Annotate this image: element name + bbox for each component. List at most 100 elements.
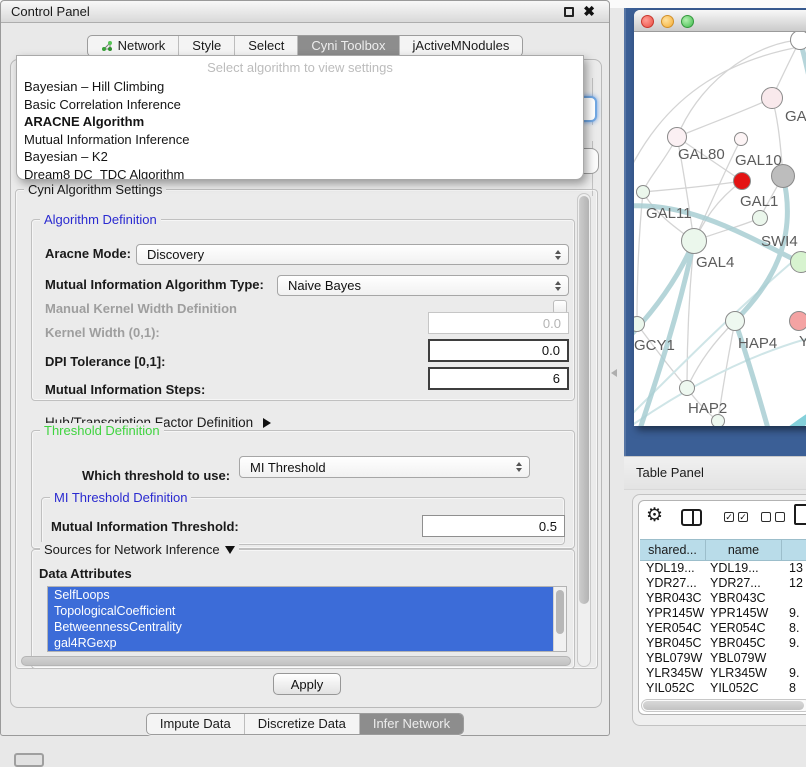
- column-header[interactable]: shared...: [640, 540, 706, 560]
- table-row[interactable]: YIL052CYIL052C8: [640, 681, 806, 696]
- data-attribute-item[interactable]: BetweennessCentrality: [48, 619, 566, 635]
- tab-label: Style: [192, 39, 221, 53]
- algorithm-option[interactable]: Dream8 DC_TDC Algorithm: [17, 166, 583, 181]
- attributes-vertical-scrollbar[interactable]: [553, 587, 566, 651]
- table-cell: YDL19...: [706, 561, 782, 576]
- algorithm-option[interactable]: Mutual Information Inference: [17, 131, 583, 149]
- collapsed-panel-icon[interactable]: [14, 753, 44, 767]
- algorithm-option[interactable]: Basic Correlation Inference: [17, 96, 583, 114]
- which-threshold-value: MI Threshold: [250, 460, 326, 475]
- document-icon[interactable]: [794, 504, 806, 525]
- network-node[interactable]: [679, 380, 695, 396]
- gear-icon[interactable]: ⚙: [646, 504, 663, 527]
- algorithm-option[interactable]: Bayesian – Hill Climbing: [17, 78, 583, 96]
- settings-vertical-scrollbar[interactable]: [577, 193, 591, 667]
- settings-horizontal-scrollbar[interactable]: [21, 656, 571, 666]
- zoom-traffic-light-icon[interactable]: [681, 15, 694, 28]
- table-horizontal-scrollbar[interactable]: [641, 699, 806, 712]
- scrollbar-thumb[interactable]: [556, 590, 564, 634]
- network-node[interactable]: [734, 132, 748, 146]
- table-cell: YBR043C: [706, 591, 782, 606]
- mi-algorithm-type-combo[interactable]: Naive Bayes: [277, 275, 569, 296]
- collapse-down-icon[interactable]: [225, 546, 235, 554]
- dpi-tolerance-field[interactable]: 0.0: [428, 339, 569, 362]
- network-node[interactable]: [761, 87, 783, 109]
- table-cell: YBL079W: [640, 651, 706, 666]
- table-row[interactable]: YDR27...YDR27...12: [640, 576, 806, 591]
- close-traffic-light-icon[interactable]: [641, 15, 654, 28]
- network-node[interactable]: [789, 311, 806, 331]
- network-node-label: GCY1: [634, 337, 675, 354]
- table-cell: YBR045C: [706, 636, 782, 651]
- data-attributes-list[interactable]: SelfLoopsTopologicalCoefficientBetweenne…: [47, 586, 567, 652]
- network-node[interactable]: [636, 185, 650, 199]
- network-node[interactable]: [790, 251, 806, 273]
- network-node-label: Y: [799, 333, 806, 350]
- float-window-icon[interactable]: [564, 7, 574, 17]
- network-node[interactable]: [790, 32, 806, 50]
- table-row[interactable]: YER054CYER054C8.: [640, 621, 806, 636]
- algorithm-option[interactable]: ARACNE Algorithm: [17, 113, 583, 131]
- panel-splitter-arrow-icon[interactable]: [611, 369, 617, 377]
- bottom-tab-discretize-data[interactable]: Discretize Data: [244, 714, 359, 734]
- tab-select[interactable]: Select: [234, 36, 297, 56]
- kernel-width-field[interactable]: 0.0: [428, 312, 569, 334]
- mi-threshold-field[interactable]: 0.5: [422, 515, 565, 537]
- table-row[interactable]: YBR045CYBR045C9.: [640, 636, 806, 651]
- network-node-label: GAL80: [678, 146, 725, 163]
- network-node[interactable]: [725, 311, 745, 331]
- control-panel-title: Control Panel: [11, 4, 90, 19]
- table-row[interactable]: YPR145WYPR145W9.: [640, 606, 806, 621]
- mi-steps-field[interactable]: 6: [428, 367, 569, 390]
- tab-jactivemnodules[interactable]: jActiveMNodules: [399, 36, 523, 56]
- scrollbar-thumb[interactable]: [643, 701, 804, 710]
- network-node[interactable]: [733, 172, 751, 190]
- network-node[interactable]: [752, 210, 768, 226]
- expand-right-icon[interactable]: [263, 418, 271, 428]
- combo-arrows-icon: [516, 462, 522, 472]
- network-node-label: HAP4: [738, 335, 777, 352]
- unchecked-box-icon: [775, 512, 785, 522]
- columns-icon[interactable]: [681, 509, 702, 526]
- control-panel-tab-bar: Network Style SelectCyni ToolboxjActiveMNo…: [1, 35, 609, 57]
- aracne-mode-combo[interactable]: Discovery: [136, 244, 569, 265]
- control-panel-titlebar[interactable]: Control Panel ✖: [1, 1, 609, 23]
- deselect-all-checkboxes-icon[interactable]: [761, 512, 785, 522]
- column-header[interactable]: name: [706, 540, 782, 560]
- table-row[interactable]: YBR043CYBR043C: [640, 591, 806, 606]
- table-cell: 8: [782, 681, 806, 696]
- network-node-label: GAL: [785, 108, 806, 125]
- algorithm-popup-list: Bayesian – Hill ClimbingBasic Correlatio…: [17, 78, 583, 180]
- network-node[interactable]: [681, 228, 707, 254]
- data-attribute-item[interactable]: TopologicalCoefficient: [48, 603, 566, 619]
- minimize-traffic-light-icon[interactable]: [661, 15, 674, 28]
- tab-cyni-toolbox[interactable]: Cyni Toolbox: [297, 36, 398, 56]
- combo-arrows-icon: [555, 250, 561, 260]
- bottom-tab-infer-network[interactable]: Infer Network: [359, 714, 463, 734]
- table-row[interactable]: YBL079WYBL079W: [640, 651, 806, 666]
- tab-network[interactable]: Network: [88, 36, 179, 56]
- network-node[interactable]: [667, 127, 687, 147]
- data-attribute-item[interactable]: SelfLoops: [48, 587, 566, 603]
- tab-style[interactable]: Style: [178, 36, 234, 56]
- select-all-checkboxes-icon[interactable]: ✓ ✓: [724, 512, 748, 522]
- sources-title-text: Sources for Network Inference: [44, 542, 220, 557]
- apply-button[interactable]: Apply: [273, 673, 341, 695]
- network-window-titlebar[interactable]: [634, 10, 806, 32]
- mi-steps-label: Mutual Information Steps:: [45, 382, 205, 398]
- column-header[interactable]: [782, 540, 806, 560]
- algorithm-option[interactable]: Bayesian – K2: [17, 148, 583, 166]
- which-threshold-combo[interactable]: MI Threshold: [239, 456, 530, 478]
- mi-algorithm-type-value: Naive Bayes: [288, 278, 361, 293]
- bottom-tab-impute-data[interactable]: Impute Data: [147, 714, 244, 734]
- mi-threshold-definition-title: MI Threshold Definition: [50, 490, 191, 505]
- data-attribute-item[interactable]: gal4RGexp: [48, 635, 566, 651]
- network-canvas[interactable]: GALGAL80GAL10GAL1GAL11SWI4GAL4GCY1HAP4YH…: [634, 32, 806, 426]
- network-window[interactable]: GALGAL80GAL10GAL1GAL11SWI4GAL4GCY1HAP4YH…: [634, 10, 806, 426]
- table-row[interactable]: YLR345WYLR345W9.: [640, 666, 806, 681]
- close-icon[interactable]: ✖: [583, 3, 595, 20]
- combo-arrows-icon: [555, 281, 561, 291]
- scrollbar-thumb[interactable]: [579, 196, 589, 604]
- table-row[interactable]: YDL19...YDL19...13: [640, 561, 806, 576]
- network-node-label: GAL1: [740, 193, 778, 210]
